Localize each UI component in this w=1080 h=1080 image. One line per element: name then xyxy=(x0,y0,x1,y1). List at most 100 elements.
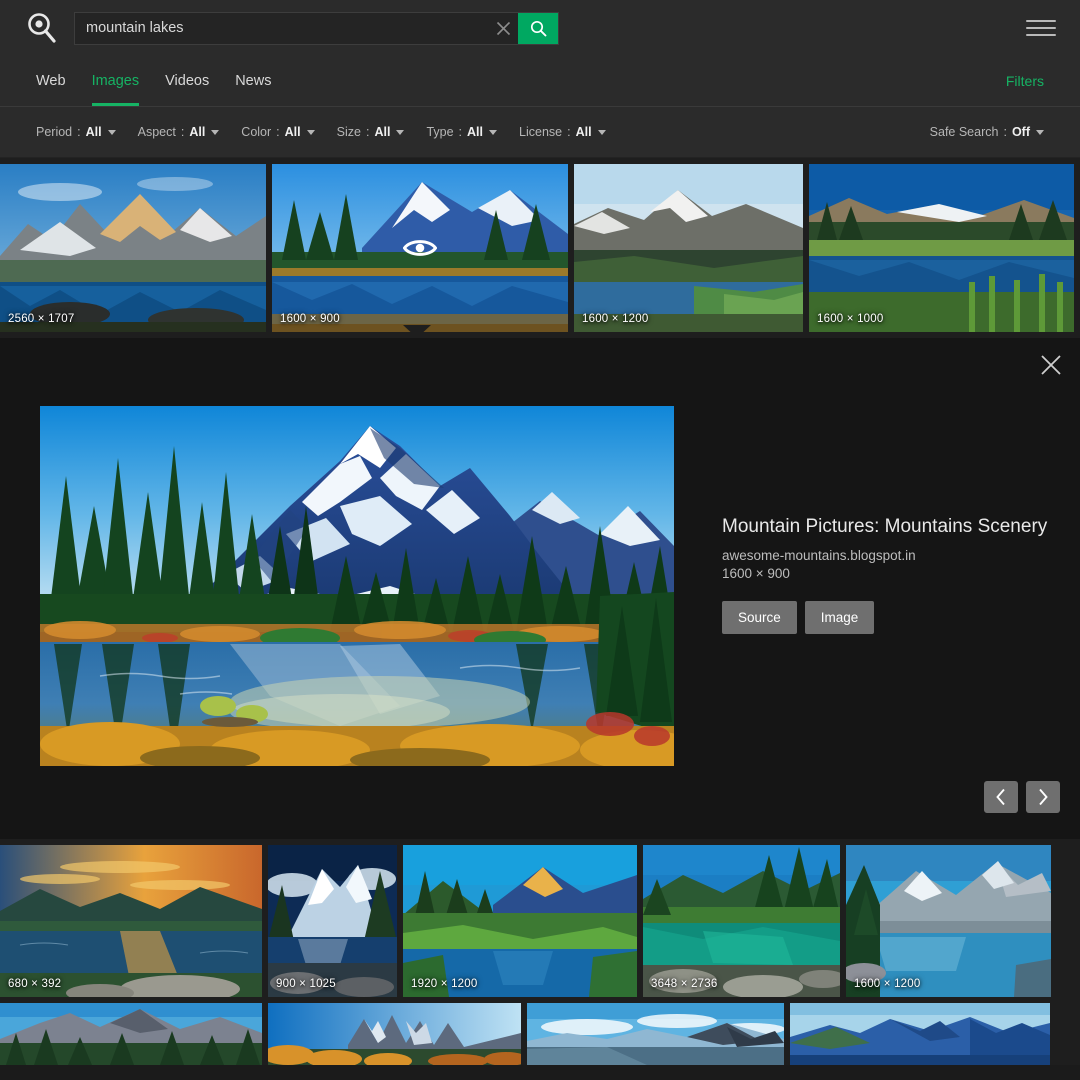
thumbnail-dimensions: 900 × 1025 xyxy=(276,978,336,990)
thumbnail-dimensions: 1600 × 1200 xyxy=(582,313,649,325)
tab-label: Web xyxy=(36,73,66,89)
tab-news[interactable]: News xyxy=(222,56,284,106)
image-detail-metadata: Mountain Pictures: Mountains Scenery awe… xyxy=(674,406,1080,766)
tab-web[interactable]: Web xyxy=(36,56,79,106)
tab-images[interactable]: Images xyxy=(79,56,153,106)
filter-name: Safe Search xyxy=(929,125,999,139)
filter-size[interactable]: Size: All xyxy=(337,125,405,139)
filter-color[interactable]: Color: All xyxy=(241,125,315,139)
app-header xyxy=(0,0,1080,56)
tab-videos[interactable]: Videos xyxy=(152,56,222,106)
filter-bar: Period: All Aspect: All Color: All Size:… xyxy=(0,107,1080,158)
detail-source-host: awesome-mountains.blogspot.in xyxy=(722,548,916,563)
filter-safe-search[interactable]: Safe Search: Off xyxy=(930,125,1044,139)
image-results-row-partial xyxy=(0,997,1080,1065)
filter-value: All xyxy=(467,125,484,139)
thumbnail-image xyxy=(0,1003,262,1065)
eye-icon[interactable] xyxy=(403,235,437,261)
filters-label: Filters xyxy=(1005,73,1044,89)
filter-type[interactable]: Type: All xyxy=(426,125,498,139)
image-result-thumbnail[interactable] xyxy=(790,1003,1050,1065)
chevron-left-icon xyxy=(996,788,1005,806)
filters-link[interactable]: Filters xyxy=(1006,56,1044,106)
thumbnail-image xyxy=(0,845,262,997)
search-icon xyxy=(530,20,546,36)
thumbnail-image xyxy=(268,845,397,997)
thumbnail-image xyxy=(643,845,840,997)
chevron-right-icon xyxy=(1039,788,1048,806)
tab-label: Videos xyxy=(165,73,210,89)
filter-value: All xyxy=(189,125,206,139)
thumbnail-image xyxy=(0,164,266,332)
filter-name: Size xyxy=(336,125,361,139)
thumbnail-image xyxy=(527,1003,784,1065)
image-result-thumbnail[interactable] xyxy=(268,1003,521,1065)
thumbnail-dimensions: 1600 × 900 xyxy=(280,313,340,325)
clear-search-icon[interactable] xyxy=(488,13,518,44)
image-result-thumbnail[interactable]: 680 × 392 xyxy=(0,845,262,997)
thumbnail-dimensions: 1600 × 1000 xyxy=(817,313,884,325)
filter-value: All xyxy=(374,125,391,139)
close-detail-button[interactable] xyxy=(1034,348,1068,382)
filter-value: Off xyxy=(1011,125,1030,139)
detail-title[interactable]: Mountain Pictures: Mountains Scenery xyxy=(722,516,1080,538)
image-results-row-top: 2560 × 1707 1600 × 900 1600 × 1200 1600 … xyxy=(0,158,1080,338)
search-logo-icon xyxy=(22,8,62,48)
thumbnail-image xyxy=(809,164,1074,332)
filter-name: Aspect xyxy=(137,125,176,139)
thumbnail-dimensions: 680 × 392 xyxy=(8,978,62,990)
close-x-icon xyxy=(1041,355,1061,375)
image-result-thumbnail[interactable] xyxy=(527,1003,784,1065)
image-result-thumbnail[interactable]: 1920 × 1200 xyxy=(403,845,637,997)
chevron-down-icon xyxy=(489,129,498,135)
filter-value: All xyxy=(284,125,301,139)
filter-period[interactable]: Period: All xyxy=(36,125,116,139)
filter-name: Period xyxy=(36,125,73,139)
image-result-thumbnail-selected[interactable]: 1600 × 900 xyxy=(272,164,568,332)
thumbnail-image xyxy=(403,845,637,997)
tab-label: Images xyxy=(91,73,140,89)
image-button[interactable]: Image xyxy=(804,601,875,634)
search-input[interactable] xyxy=(75,12,488,44)
image-result-thumbnail[interactable]: 1600 × 1000 xyxy=(809,164,1074,332)
result-type-tabs: Web Images Videos News Filters xyxy=(0,56,1080,107)
filter-license[interactable]: License: All xyxy=(519,125,606,139)
chevron-down-icon xyxy=(306,129,315,135)
filter-value: All xyxy=(575,125,592,139)
chevron-down-icon xyxy=(1036,129,1044,135)
chevron-down-icon xyxy=(107,129,116,135)
thumbnail-image xyxy=(574,164,803,332)
source-button[interactable]: Source xyxy=(722,601,797,634)
thumbnail-image xyxy=(790,1003,1050,1065)
image-result-thumbnail[interactable]: 2560 × 1707 xyxy=(0,164,266,332)
detail-dimensions: 1600 × 900 xyxy=(722,566,790,581)
thumbnail-dimensions: 3648 × 2736 xyxy=(651,978,718,990)
thumbnail-image xyxy=(846,845,1051,997)
image-result-thumbnail[interactable]: 3648 × 2736 xyxy=(643,845,840,997)
image-detail-panel: Mountain Pictures: Mountains Scenery awe… xyxy=(0,325,1080,839)
thumbnail-dimensions: 1600 × 1200 xyxy=(854,978,921,990)
thumbnail-image xyxy=(268,1003,521,1065)
filter-name: Type xyxy=(426,125,454,139)
preview-image-graphic xyxy=(40,406,674,766)
image-result-thumbnail[interactable] xyxy=(0,1003,262,1065)
previous-image-button[interactable] xyxy=(984,781,1018,813)
selection-caret xyxy=(403,325,431,338)
image-result-thumbnail[interactable]: 1600 × 1200 xyxy=(574,164,803,332)
hamburger-menu-icon[interactable] xyxy=(1026,17,1056,39)
search-submit-button[interactable] xyxy=(518,12,558,44)
tab-label: News xyxy=(235,73,272,89)
filter-value: All xyxy=(85,125,102,139)
image-result-thumbnail[interactable]: 900 × 1025 xyxy=(268,845,397,997)
thumbnail-dimensions: 1920 × 1200 xyxy=(411,978,478,990)
next-image-button[interactable] xyxy=(1026,781,1060,813)
chevron-down-icon xyxy=(211,129,220,135)
search-bar[interactable] xyxy=(74,11,559,45)
detail-navigation xyxy=(984,781,1060,813)
image-results-row-bottom: 680 × 392 900 × 1025 1920 × 1200 3648 × … xyxy=(0,839,1080,997)
chevron-down-icon xyxy=(597,129,606,135)
filter-name: License xyxy=(519,125,563,139)
filter-aspect[interactable]: Aspect: All xyxy=(138,125,220,139)
image-result-thumbnail[interactable]: 1600 × 1200 xyxy=(846,845,1051,997)
detail-preview-image[interactable] xyxy=(40,406,674,766)
